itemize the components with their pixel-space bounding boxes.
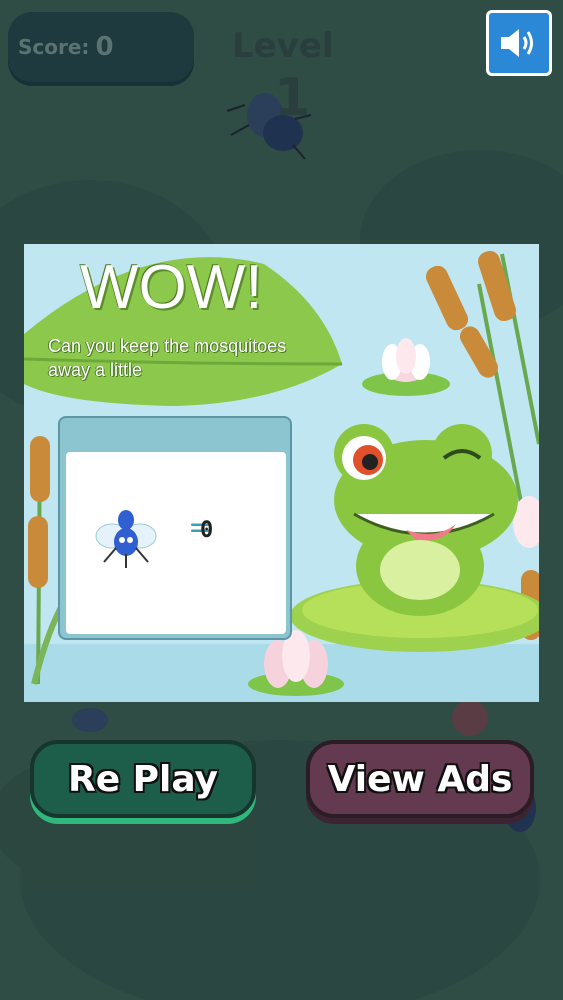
score-value: 0 bbox=[95, 32, 114, 62]
popup-subtitle: Can you keep the mosquitoes away a littl… bbox=[48, 336, 287, 380]
level-label: Level bbox=[232, 26, 334, 66]
result-popup: WOW! Can you keep the mosquitoes away a … bbox=[24, 244, 539, 702]
mosquito-count: 0 bbox=[200, 518, 214, 543]
score-label: Score: bbox=[18, 35, 90, 59]
background-fly-icon bbox=[72, 708, 108, 732]
popup-headline: WOW! bbox=[80, 253, 263, 322]
replay-button[interactable]: Re Play bbox=[30, 740, 256, 818]
lotus-flower-top bbox=[362, 338, 450, 396]
level-value: 1 bbox=[274, 68, 311, 128]
mosquito-icon bbox=[95, 510, 157, 568]
mosquito-score-card: = 0 bbox=[58, 416, 292, 640]
speaker-icon bbox=[501, 29, 533, 57]
score-display: Score: 0 bbox=[8, 12, 194, 82]
sound-toggle-button[interactable] bbox=[486, 10, 552, 76]
view-ads-button[interactable]: View Ads bbox=[306, 740, 534, 818]
background-flower-icon bbox=[452, 700, 488, 736]
score-card-body: = 0 bbox=[66, 452, 286, 634]
